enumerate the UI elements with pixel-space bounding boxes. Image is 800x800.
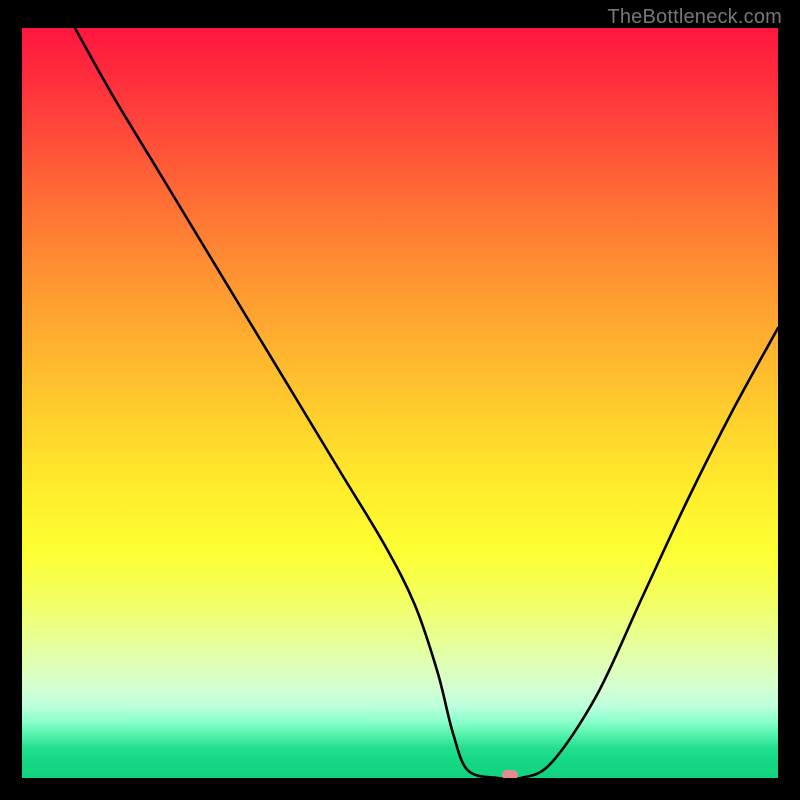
bottleneck-curve (22, 28, 778, 778)
curve-path (75, 28, 778, 778)
plot-area (22, 28, 778, 778)
optimal-point-marker (502, 770, 518, 778)
chart-frame: TheBottleneck.com (0, 0, 800, 800)
watermark-text: TheBottleneck.com (607, 6, 782, 29)
